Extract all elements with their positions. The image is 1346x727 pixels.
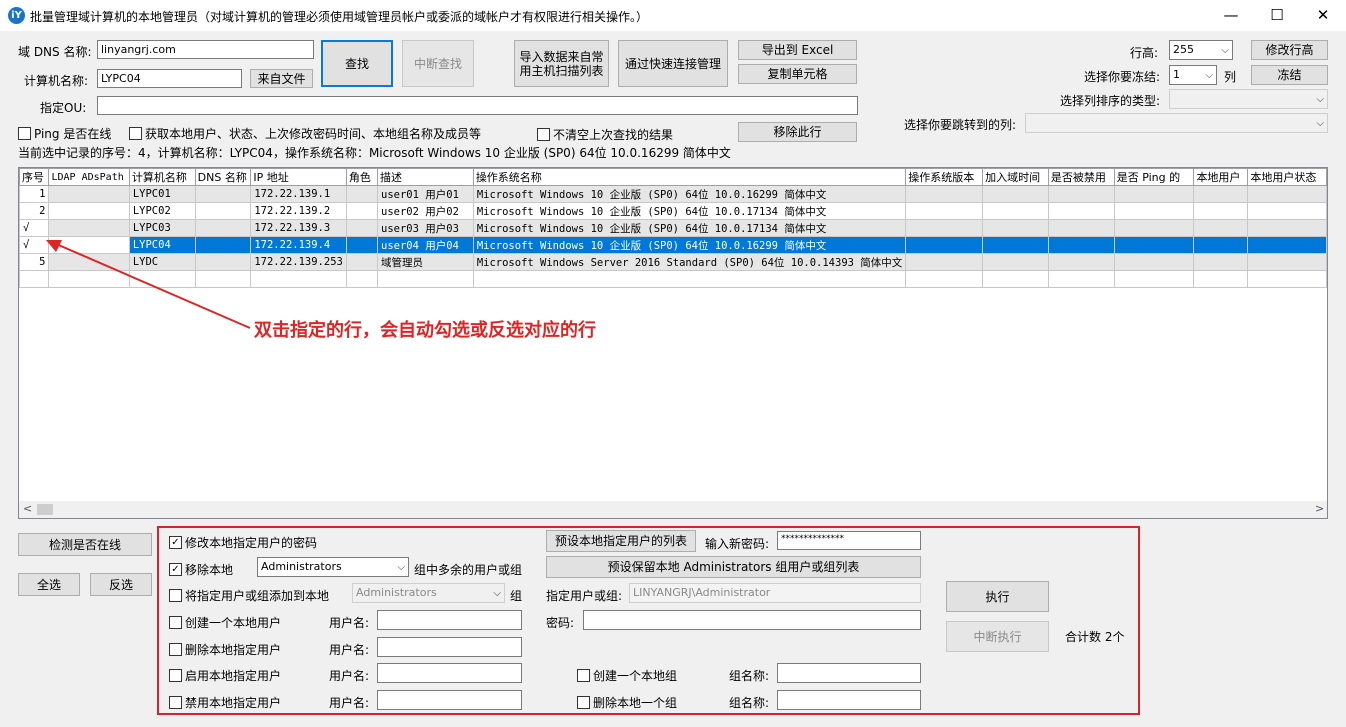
checkbox-box — [169, 616, 182, 629]
delete-group-checkbox[interactable]: 删除本地一个组 — [577, 694, 677, 711]
chevron-down-icon: ⌵ — [397, 562, 405, 573]
preset-keep-admins-button[interactable]: 预设保留本地 Administrators 组用户或组列表 — [546, 556, 921, 578]
user-or-group-input[interactable]: LINYANGRJ\Administrator — [629, 583, 921, 603]
checkbox-box — [169, 589, 182, 602]
checkbox-box — [169, 669, 182, 682]
add-group-value: Administrators — [356, 586, 437, 599]
extra-members-label: 组中多余的用户或组 — [414, 563, 523, 577]
check-icon: ✓ — [169, 563, 182, 576]
disable-username-input[interactable] — [377, 690, 522, 710]
detect-online-button[interactable]: 检测是否在线 — [18, 533, 152, 556]
create-user-label: 创建一个本地用户 — [185, 616, 282, 630]
delete-user-label: 删除本地指定用户 — [185, 643, 282, 657]
checkbox-box — [169, 643, 182, 656]
new-password-label: 输入新密码: — [705, 537, 770, 551]
delete-group-label: 删除本地一个组 — [593, 696, 678, 710]
add-to-local-checkbox[interactable]: 将指定用户或组添加到本地 — [169, 587, 329, 604]
check-icon: ✓ — [169, 536, 182, 549]
delete-user-checkbox[interactable]: 删除本地指定用户 — [169, 641, 281, 658]
group-suffix-label: 组 — [510, 589, 523, 603]
username-label: 用户名: — [329, 669, 370, 683]
create-group-label: 创建一个本地组 — [593, 669, 678, 683]
group-name-label: 组名称: — [729, 696, 770, 710]
enable-username-input[interactable] — [377, 663, 522, 683]
username-label: 用户名: — [329, 643, 370, 657]
change-password-label: 修改本地指定用户的密码 — [185, 536, 318, 550]
password-label: 密码: — [546, 616, 575, 630]
delete-group-name-input[interactable] — [777, 690, 921, 710]
invert-selection-button[interactable]: 反选 — [90, 573, 152, 596]
create-password-input[interactable] — [583, 610, 921, 630]
checkbox-box — [577, 669, 590, 682]
new-password-input[interactable]: ************** — [777, 531, 921, 550]
remove-group-select[interactable]: Administrators ⌵ — [257, 557, 409, 577]
remove-local-checkbox[interactable]: ✓ 移除本地 — [169, 561, 233, 578]
username-label: 用户名: — [329, 616, 370, 630]
execute-button[interactable]: 执行 — [946, 581, 1049, 612]
total-count: 合计数 2个 — [1065, 630, 1125, 644]
checkbox-box — [577, 696, 590, 709]
enable-user-label: 启用本地指定用户 — [185, 669, 282, 683]
checkbox-box — [169, 696, 182, 709]
delete-username-input[interactable] — [377, 637, 522, 657]
change-password-checkbox[interactable]: ✓ 修改本地指定用户的密码 — [169, 534, 317, 551]
add-group-select[interactable]: Administrators ⌵ — [352, 583, 505, 603]
annotation-text: 双击指定的行，会自动勾选或反选对应的行 — [254, 320, 596, 341]
create-user-checkbox[interactable]: 创建一个本地用户 — [169, 614, 281, 631]
enable-user-checkbox[interactable]: 启用本地指定用户 — [169, 667, 281, 684]
disable-user-checkbox[interactable]: 禁用本地指定用户 — [169, 694, 281, 711]
chevron-down-icon: ⌵ — [493, 588, 501, 599]
select-all-button[interactable]: 全选 — [18, 573, 80, 596]
add-to-local-label: 将指定用户或组添加到本地 — [185, 589, 330, 603]
group-name-label: 组名称: — [729, 669, 770, 683]
username-label: 用户名: — [329, 696, 370, 710]
create-group-name-input[interactable] — [777, 663, 921, 683]
user-or-group-label: 指定用户或组: — [546, 589, 623, 603]
preset-user-list-button[interactable]: 预设本地指定用户的列表 — [546, 530, 696, 552]
remove-local-label: 移除本地 — [185, 563, 234, 577]
remove-group-value: Administrators — [261, 560, 342, 573]
create-group-checkbox[interactable]: 创建一个本地组 — [577, 667, 677, 684]
disable-user-label: 禁用本地指定用户 — [185, 696, 282, 710]
stop-execute-button[interactable]: 中断执行 — [946, 621, 1049, 652]
create-username-input[interactable] — [377, 610, 522, 630]
